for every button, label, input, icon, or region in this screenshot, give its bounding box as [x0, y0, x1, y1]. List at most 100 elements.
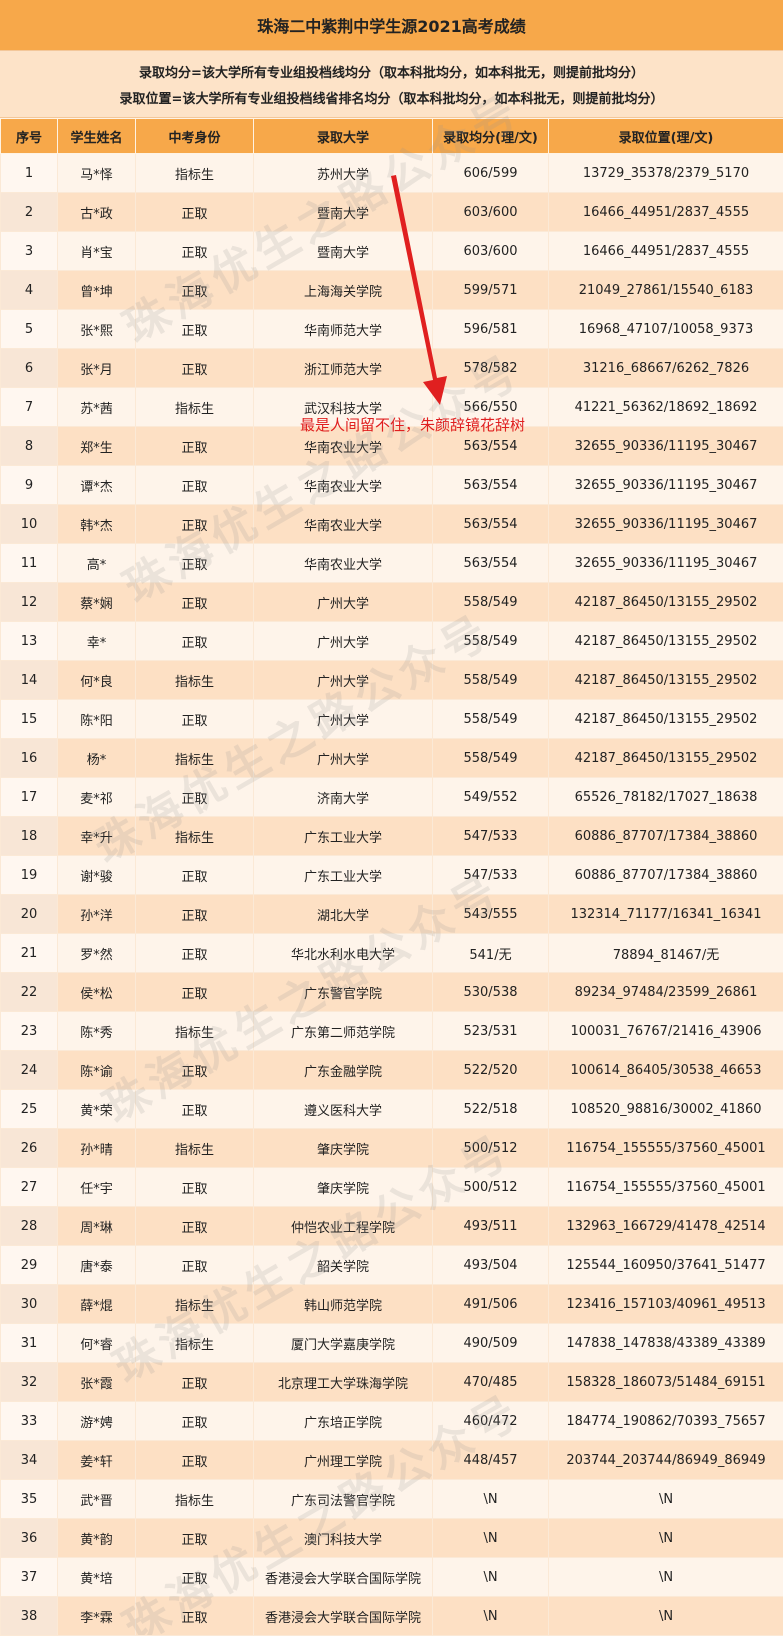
table-row: 13幸*正取广州大学558/54942187_86450/13155_29502: [1, 622, 783, 661]
cell-university: 上海海关学院: [254, 271, 433, 310]
cell-entry-status: 指标生: [136, 1324, 254, 1363]
table-row: 28周*琳正取仲恺农业工程学院493/511132963_166729/4147…: [1, 1207, 783, 1246]
table-row: 10韩*杰正取华南农业大学563/55432655_90336/11195_30…: [1, 505, 783, 544]
cell-rank-position: \N: [549, 1480, 783, 1519]
cell-student-name: 孙*洋: [58, 895, 136, 934]
cell-index: 2: [1, 193, 58, 232]
cell-index: 10: [1, 505, 58, 544]
cell-entry-status: 正取: [136, 1363, 254, 1402]
cell-average-score: \N: [433, 1480, 549, 1519]
cell-rank-position: 123416_157103/40961_49513: [549, 1285, 783, 1324]
cell-entry-status: 指标生: [136, 661, 254, 700]
cell-rank-position: 89234_97484/23599_26861: [549, 973, 783, 1012]
cell-index: 28: [1, 1207, 58, 1246]
cell-rank-position: 116754_155555/37560_45001: [549, 1168, 783, 1207]
cell-rank-position: 147838_147838/43389_43389: [549, 1324, 783, 1363]
cell-entry-status: 指标生: [136, 1480, 254, 1519]
cell-entry-status: 正取: [136, 544, 254, 583]
cell-student-name: 姜*轩: [58, 1441, 136, 1480]
table-row: 17麦*祁正取济南大学549/55265526_78182/17027_1863…: [1, 778, 783, 817]
cell-entry-status: 正取: [136, 349, 254, 388]
cell-entry-status: 正取: [136, 310, 254, 349]
cell-rank-position: 100031_76767/21416_43906: [549, 1012, 783, 1051]
cell-university: 华南师范大学: [254, 310, 433, 349]
cell-rank-position: 125544_160950/37641_51477: [549, 1246, 783, 1285]
cell-index: 6: [1, 349, 58, 388]
cell-entry-status: 正取: [136, 700, 254, 739]
cell-university: 韶关学院: [254, 1246, 433, 1285]
cell-university: 香港浸会大学联合国际学院: [254, 1597, 433, 1636]
table-row: 38李*霖正取香港浸会大学联合国际学院\N\N: [1, 1597, 783, 1636]
cell-student-name: 杨*: [58, 739, 136, 778]
cell-average-score: 460/472: [433, 1402, 549, 1441]
column-header-average-score: 录取均分(理/文): [433, 119, 549, 154]
cell-rank-position: 203744_203744/86949_86949: [549, 1441, 783, 1480]
cell-rank-position: 32655_90336/11195_30467: [549, 544, 783, 583]
cell-index: 20: [1, 895, 58, 934]
cell-rank-position: 65526_78182/17027_18638: [549, 778, 783, 817]
cell-student-name: 肖*宝: [58, 232, 136, 271]
cell-rank-position: 32655_90336/11195_30467: [549, 505, 783, 544]
table-row: 12蔡*娴正取广州大学558/54942187_86450/13155_2950…: [1, 583, 783, 622]
cell-average-score: 543/555: [433, 895, 549, 934]
cell-student-name: 谭*杰: [58, 466, 136, 505]
cell-average-score: 578/582: [433, 349, 549, 388]
cell-student-name: 陈*阳: [58, 700, 136, 739]
cell-rank-position: 42187_86450/13155_29502: [549, 622, 783, 661]
cell-student-name: 陈*秀: [58, 1012, 136, 1051]
cell-entry-status: 正取: [136, 1519, 254, 1558]
cell-entry-status: 正取: [136, 466, 254, 505]
cell-student-name: 陈*谕: [58, 1051, 136, 1090]
cell-student-name: 何*睿: [58, 1324, 136, 1363]
cell-student-name: 唐*泰: [58, 1246, 136, 1285]
cell-index: 36: [1, 1519, 58, 1558]
cell-rank-position: 60886_87707/17384_38860: [549, 817, 783, 856]
cell-university: 湖北大学: [254, 895, 433, 934]
cell-university: 广州大学: [254, 700, 433, 739]
cell-student-name: 古*政: [58, 193, 136, 232]
cell-index: 25: [1, 1090, 58, 1129]
cell-entry-status: 正取: [136, 1597, 254, 1636]
table-row: 15陈*阳正取广州大学558/54942187_86450/13155_2950…: [1, 700, 783, 739]
cell-student-name: 郑*生: [58, 427, 136, 466]
cell-student-name: 薛*焜: [58, 1285, 136, 1324]
cell-student-name: 幸*: [58, 622, 136, 661]
cell-average-score: 491/506: [433, 1285, 549, 1324]
notes-panel: 录取均分=该大学所有专业组投档线均分（取本科批均分，如本科批无，则提前批均分） …: [0, 50, 783, 118]
cell-entry-status: 正取: [136, 427, 254, 466]
cell-student-name: 高*: [58, 544, 136, 583]
note-average-score: 录取均分=该大学所有专业组投档线均分（取本科批均分，如本科批无，则提前批均分）: [0, 62, 783, 81]
cell-entry-status: 正取: [136, 1090, 254, 1129]
table-row: 37黄*培正取香港浸会大学联合国际学院\N\N: [1, 1558, 783, 1597]
cell-average-score: 558/549: [433, 661, 549, 700]
cell-average-score: 530/538: [433, 973, 549, 1012]
cell-rank-position: 41221_56362/18692_18692: [549, 388, 783, 427]
cell-student-name: 任*宇: [58, 1168, 136, 1207]
cell-index: 38: [1, 1597, 58, 1636]
cell-university: 华南农业大学: [254, 544, 433, 583]
table-row: 20孙*洋正取湖北大学543/555132314_71177/16341_163…: [1, 895, 783, 934]
cell-average-score: 500/512: [433, 1168, 549, 1207]
cell-university: 肇庆学院: [254, 1129, 433, 1168]
cell-index: 29: [1, 1246, 58, 1285]
table-row: 35武*晋指标生广东司法警官学院\N\N: [1, 1480, 783, 1519]
cell-university: 广东金融学院: [254, 1051, 433, 1090]
cell-university: 华南农业大学: [254, 466, 433, 505]
cell-average-score: 522/518: [433, 1090, 549, 1129]
table-row: 26孙*晴指标生肇庆学院500/512116754_155555/37560_4…: [1, 1129, 783, 1168]
cell-student-name: 蔡*娴: [58, 583, 136, 622]
cell-student-name: 张*月: [58, 349, 136, 388]
cell-average-score: 558/549: [433, 622, 549, 661]
table-row: 33游*娉正取广东培正学院460/472184774_190862/70393_…: [1, 1402, 783, 1441]
cell-university: 浙江师范大学: [254, 349, 433, 388]
cell-rank-position: 158328_186073/51484_69151: [549, 1363, 783, 1402]
cell-average-score: 603/600: [433, 232, 549, 271]
cell-rank-position: 31216_68667/6262_7826: [549, 349, 783, 388]
cell-average-score: 448/457: [433, 1441, 549, 1480]
cell-index: 33: [1, 1402, 58, 1441]
cell-university: 广东工业大学: [254, 856, 433, 895]
cell-average-score: 490/509: [433, 1324, 549, 1363]
cell-index: 15: [1, 700, 58, 739]
cell-rank-position: 16968_47107/10058_9373: [549, 310, 783, 349]
cell-university: 广州大学: [254, 739, 433, 778]
